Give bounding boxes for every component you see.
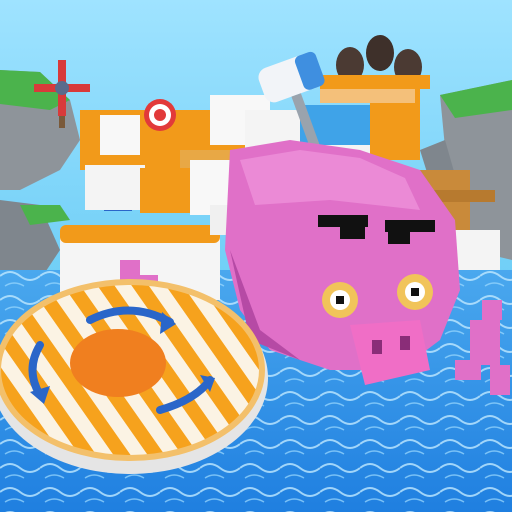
- game-viewport: [0, 0, 512, 512]
- bullseye-target-icon: [144, 99, 176, 131]
- game-scene: [0, 0, 512, 512]
- rotating-platform: [0, 279, 268, 474]
